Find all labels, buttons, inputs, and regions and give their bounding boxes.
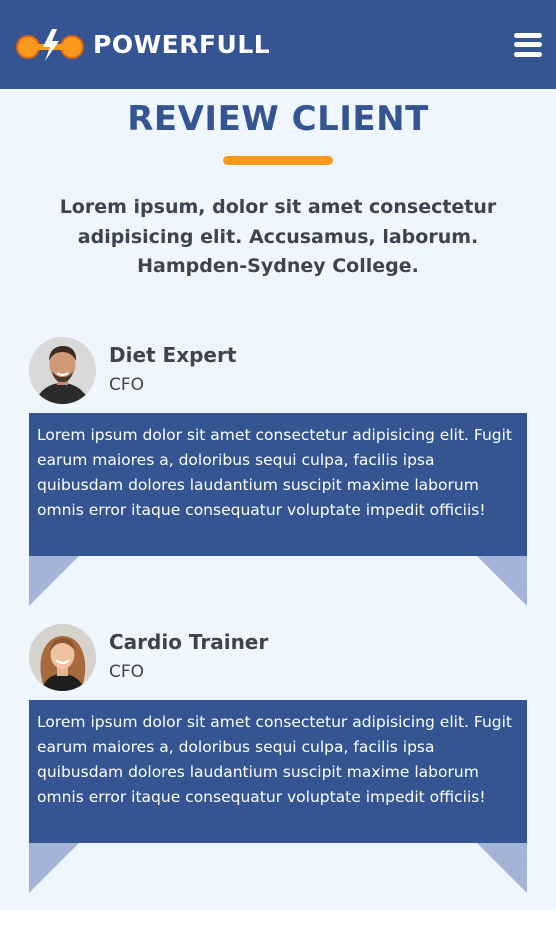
reviewer-name: Diet Expert — [109, 343, 237, 367]
quote-tail-left — [29, 843, 79, 893]
quote-tail-right — [477, 556, 527, 606]
reviewer-role: CFO — [109, 375, 145, 395]
reviewer: Cardio Trainer CFO — [29, 624, 527, 700]
section-title: REVIEW CLIENT — [127, 99, 429, 139]
logo-icon — [16, 28, 84, 61]
reviewer-name: Cardio Trainer — [109, 630, 269, 654]
avatar — [29, 624, 96, 691]
avatar — [29, 337, 96, 404]
review-quote: Lorem ipsum dolor sit amet consectetur a… — [29, 413, 527, 556]
review-quote: Lorem ipsum dolor sit amet consectetur a… — [29, 700, 527, 843]
reviewer: Diet Expert CFO — [29, 337, 527, 413]
brand-name: POWERFULL — [93, 30, 271, 59]
site-header: POWERFULL — [0, 0, 556, 89]
review-card: Diet Expert CFO Lorem ipsum dolor sit am… — [29, 337, 527, 606]
section-intro: Lorem ipsum, dolor sit amet consectetur … — [59, 196, 497, 277]
hamburger-menu-icon[interactable] — [514, 31, 542, 59]
quote-tail-right — [477, 843, 527, 893]
review-card: Cardio Trainer CFO Lorem ipsum dolor sit… — [29, 624, 527, 893]
review-section: REVIEW CLIENT Lorem ipsum, dolor sit ame… — [0, 89, 556, 910]
brand[interactable]: POWERFULL — [15, 27, 270, 63]
title-underline — [223, 156, 333, 165]
reviewer-role: CFO — [109, 662, 145, 682]
quote-tail-left — [29, 556, 79, 606]
